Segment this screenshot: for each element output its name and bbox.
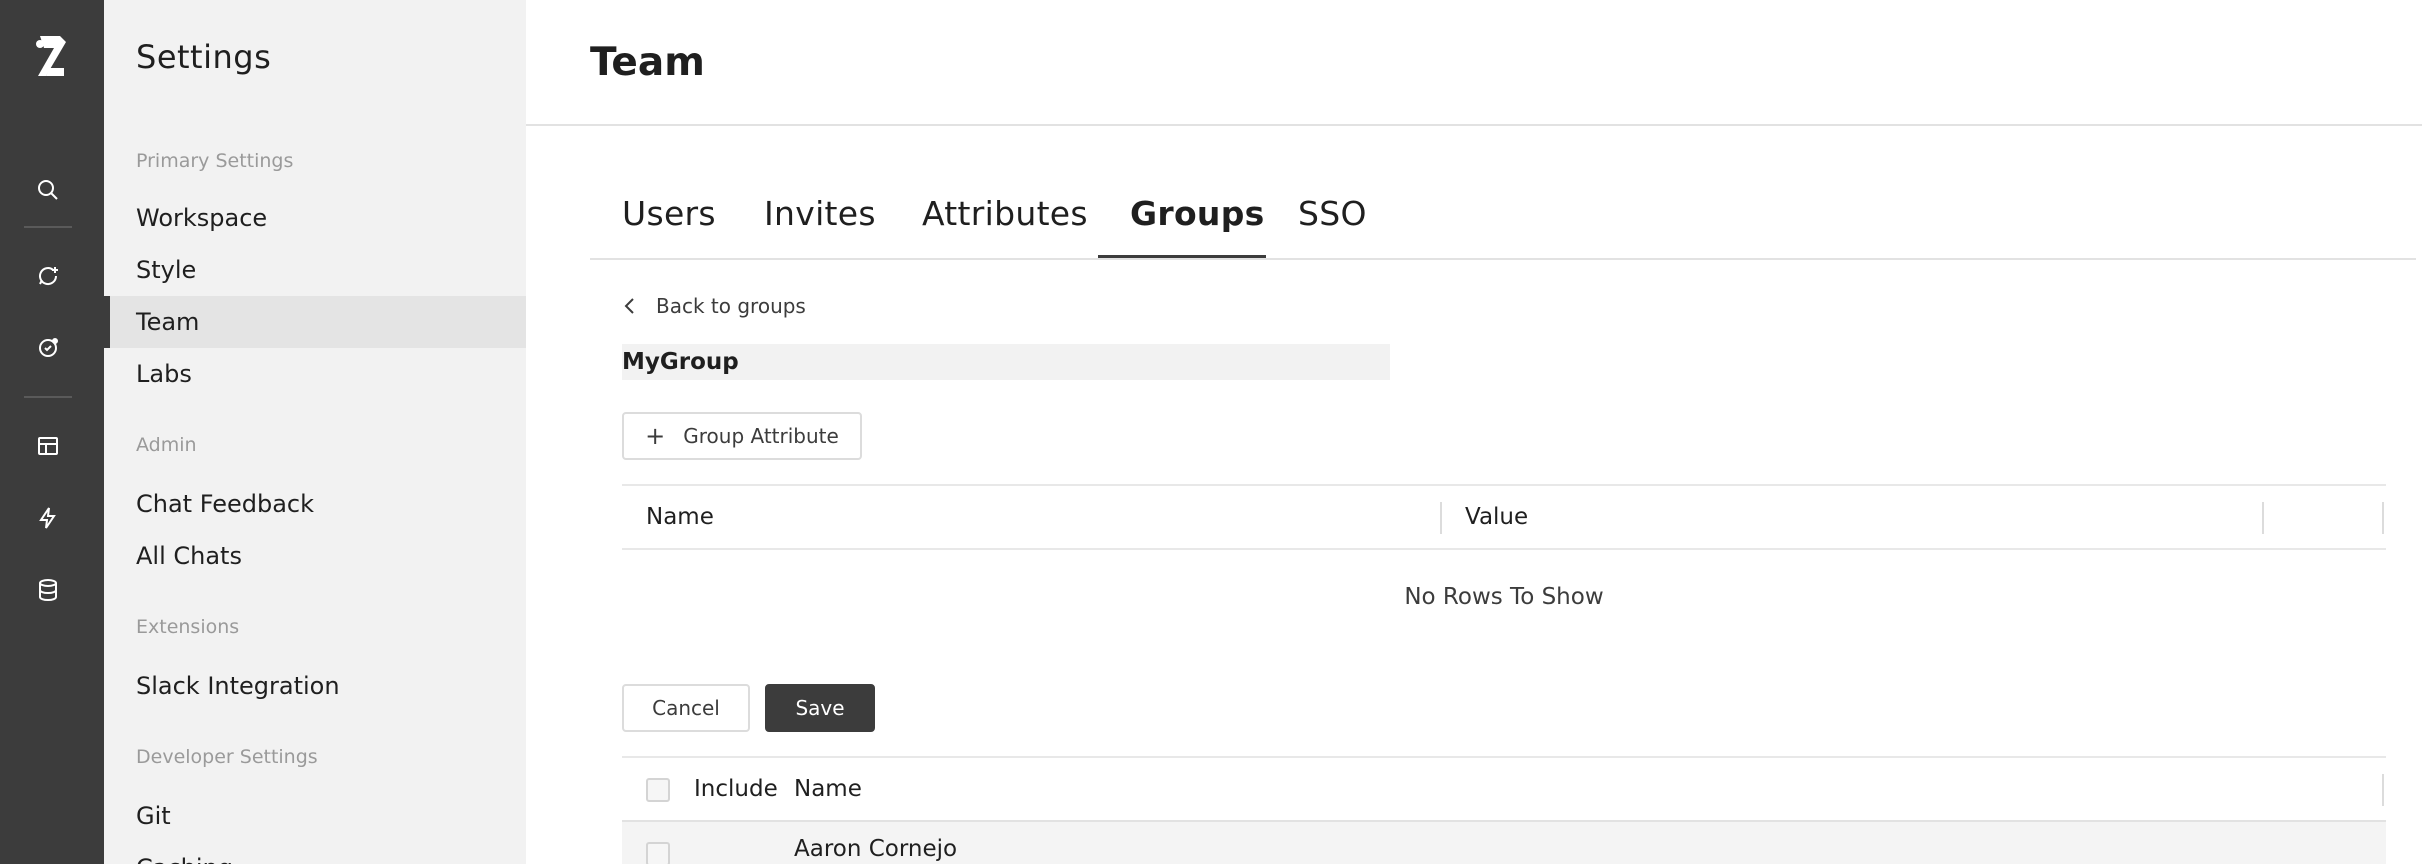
group-name-input[interactable] (622, 344, 1390, 380)
members-table-header: Include Name (622, 756, 2386, 822)
sidebar-item-caching[interactable]: Caching (104, 842, 526, 864)
add-group-attribute-label: Group Attribute (683, 424, 839, 448)
section-extensions: Extensions (136, 616, 240, 638)
section-admin: Admin (136, 434, 197, 456)
chevron-left-icon (624, 298, 634, 314)
tab-attributes[interactable]: Attributes (922, 194, 1088, 233)
active-tab-indicator (1098, 255, 1266, 258)
column-resize-handle[interactable] (2262, 502, 2264, 534)
include-checkbox[interactable] (646, 842, 670, 864)
member-name: Aaron Cornejo (794, 836, 958, 862)
section-developer-settings: Developer Settings (136, 746, 318, 768)
column-header-member-name[interactable]: Name (794, 776, 862, 802)
column-resize-handle[interactable] (2382, 774, 2384, 806)
new-chat-icon[interactable] (32, 260, 64, 292)
sidebar-item-slack-integration[interactable]: Slack Integration (104, 660, 526, 712)
team-tabs: Users Invites Attributes Groups SSO (590, 182, 2416, 260)
lightning-icon[interactable] (32, 502, 64, 534)
table-row[interactable]: Aaron Cornejo (622, 820, 2386, 864)
tab-groups[interactable]: Groups (1130, 194, 1265, 233)
sidebar-item-all-chats[interactable]: All Chats (104, 530, 526, 582)
tab-invites[interactable]: Invites (764, 194, 876, 233)
icon-rail (0, 0, 104, 864)
plus-icon: + (645, 422, 666, 450)
sidebar-title: Settings (136, 38, 272, 76)
back-to-groups-link[interactable]: Back to groups (622, 292, 806, 320)
cancel-button[interactable]: Cancel (622, 684, 750, 732)
back-to-groups-label: Back to groups (656, 294, 806, 318)
select-all-checkbox[interactable] (646, 778, 670, 802)
page-title: Team (590, 40, 705, 85)
add-group-attribute-button[interactable]: + Group Attribute (622, 412, 862, 460)
rail-divider (24, 396, 72, 398)
layout-icon[interactable] (32, 430, 64, 462)
rail-divider (24, 226, 72, 228)
sidebar-item-chat-feedback[interactable]: Chat Feedback (104, 478, 526, 530)
assistant-icon[interactable] (32, 332, 64, 364)
sidebar-item-labs[interactable]: Labs (104, 348, 526, 400)
sidebar-item-git[interactable]: Git (104, 790, 526, 842)
tab-users[interactable]: Users (622, 194, 716, 233)
settings-sidebar: Settings Primary Settings Workspace Styl… (104, 0, 526, 864)
attributes-table-header: Name Value (622, 484, 2386, 550)
search-icon[interactable] (32, 174, 64, 206)
tab-sso[interactable]: SSO (1298, 194, 1367, 233)
database-icon[interactable] (32, 574, 64, 606)
column-header-name[interactable]: Name (646, 504, 714, 530)
empty-rows-message: No Rows To Show (1404, 584, 1604, 610)
save-button[interactable]: Save (765, 684, 875, 732)
column-resize-handle[interactable] (2382, 502, 2384, 534)
sidebar-item-style[interactable]: Style (104, 244, 526, 296)
section-primary-settings: Primary Settings (136, 150, 294, 172)
column-header-include[interactable]: Include (694, 776, 778, 802)
column-header-value[interactable]: Value (1465, 504, 1528, 530)
sidebar-item-team[interactable]: Team (104, 296, 526, 348)
sidebar-item-workspace[interactable]: Workspace (104, 192, 526, 244)
page-header: Team (526, 0, 2422, 126)
logo-icon[interactable] (24, 30, 80, 86)
column-resize-handle[interactable] (1440, 502, 1442, 534)
